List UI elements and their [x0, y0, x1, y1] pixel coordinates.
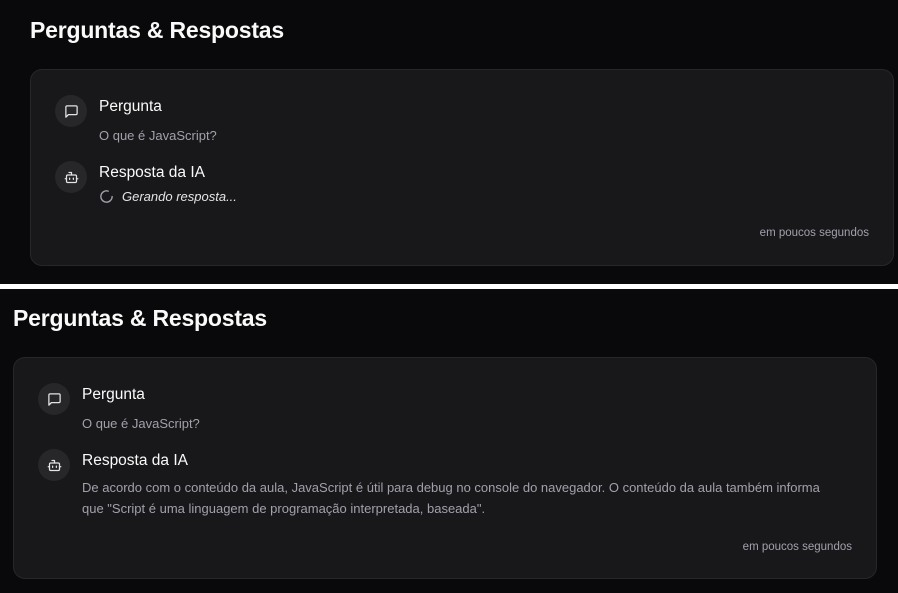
question-block: Pergunta O que é JavaScript? — [38, 383, 852, 431]
answer-text: De acordo com o conteúdo da aula, JavaSc… — [82, 480, 820, 516]
timestamp: em poucos segundos — [742, 541, 852, 553]
question-text: O que é JavaScript? — [99, 128, 217, 143]
question-label: Pergunta — [99, 98, 162, 115]
question-block: Pergunta O que é JavaScript? — [55, 95, 869, 143]
answer-block: Resposta da IA Gerando resposta... — [55, 161, 869, 211]
timestamp: em poucos segundos — [759, 227, 869, 239]
page-title: Perguntas & Respostas — [13, 305, 267, 331]
qa-panel-answered: Perguntas & Respostas Pergunta O que é J… — [0, 289, 898, 593]
page-title: Perguntas & Respostas — [30, 17, 284, 43]
answer-block: Resposta da IA De acordo com o conteúdo … — [38, 449, 852, 529]
question-text: O que é JavaScript? — [82, 416, 200, 431]
loading-text: Gerando resposta... — [122, 189, 237, 204]
spinner-icon — [99, 189, 114, 204]
qa-card: Pergunta O que é JavaScript? Resposta da… — [13, 357, 877, 579]
bot-icon — [55, 161, 87, 193]
bot-icon — [38, 449, 70, 481]
qa-card: Pergunta O que é JavaScript? Resposta da… — [30, 69, 894, 266]
loading-indicator: Gerando resposta... — [99, 189, 237, 204]
message-square-icon — [38, 383, 70, 415]
question-label: Pergunta — [82, 386, 145, 403]
answer-label: Resposta da IA — [82, 452, 188, 469]
answer-label: Resposta da IA — [99, 164, 205, 181]
message-square-icon — [55, 95, 87, 127]
qa-panel-loading: Perguntas & Respostas Pergunta O que é J… — [0, 0, 898, 284]
